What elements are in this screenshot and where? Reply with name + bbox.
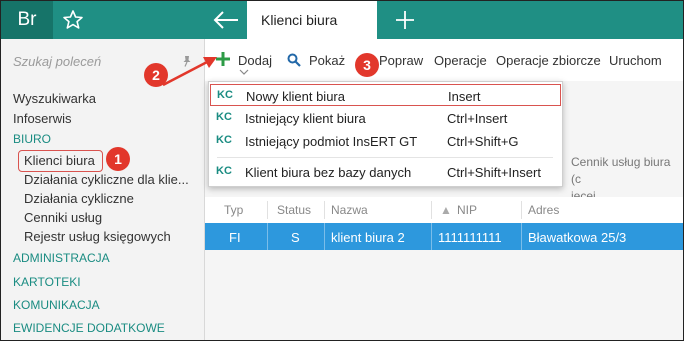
menu-item-label: Klient biura bez bazy danych — [245, 165, 412, 180]
filter-caption-line1: Cennik usług biura (c — [571, 155, 671, 186]
sidebar-item-wyszukiwarka[interactable]: Wyszukiwarka — [13, 91, 96, 106]
edit-button[interactable]: Popraw — [379, 53, 423, 68]
app-window: Br Klienci biura Szukaj poleceń Wyszukiw… — [0, 0, 684, 341]
sidebar-section-administracja[interactable]: ADMINISTRACJA — [13, 251, 110, 265]
column-header-typ[interactable]: Typ — [224, 203, 243, 217]
column-header-adres[interactable]: Adres — [528, 203, 559, 217]
menu-item-label: Istniejący podmiot InsERT GT — [245, 134, 418, 149]
cell-nip: 1111111111 — [438, 230, 502, 245]
chevron-down-icon[interactable] — [239, 69, 249, 75]
cell-adres: Bławatkowa 25/3 — [528, 230, 627, 245]
cell-divider — [267, 223, 268, 250]
cell-status: S — [291, 230, 300, 245]
sidebar-item-rejestr-uslug[interactable]: Rejestr usług księgowych — [24, 229, 171, 244]
toolbar: Dodaj Pokaż Popraw Operacje Operacje zbi… — [205, 39, 683, 81]
column-divider — [521, 201, 522, 219]
menu-item-existing-client[interactable]: KC Istniejący klient biura Ctrl+Insert — [210, 107, 561, 129]
cell-divider — [431, 223, 432, 250]
add-dropdown-menu: KC Nowy klient biura Insert KC Istniejąc… — [208, 81, 563, 187]
sidebar-item-dzialania-cykliczne[interactable]: Działania cykliczne — [24, 191, 134, 206]
table-header: Typ Status Nazwa ▲ NIP Adres — [205, 197, 683, 224]
menu-item-client-without-database[interactable]: KC Klient biura bez bazy danych Ctrl+Shi… — [210, 161, 561, 183]
top-bar: Br Klienci biura — [1, 1, 683, 39]
tab-title: Klienci biura — [261, 12, 338, 28]
kc-badge: KC — [216, 134, 232, 146]
menu-separator — [217, 157, 553, 158]
search-icon[interactable] — [287, 53, 301, 67]
cell-nazwa: klient biura 2 — [331, 230, 405, 245]
menu-item-shortcut: Ctrl+Insert — [447, 111, 508, 126]
sidebar-item-infoserwis[interactable]: Infoserwis — [13, 111, 72, 126]
star-icon[interactable] — [61, 8, 85, 32]
tab-klienci-biura[interactable]: Klienci biura — [247, 1, 377, 39]
column-divider — [267, 201, 268, 219]
menu-item-new-client[interactable]: KC Nowy klient biura Insert — [210, 84, 561, 106]
back-arrow-icon[interactable] — [211, 9, 241, 31]
kc-badge: KC — [217, 89, 233, 101]
table-row[interactable]: FI S klient biura 2 1111111111 Bławatkow… — [205, 223, 683, 250]
kc-badge: KC — [216, 111, 232, 123]
menu-item-shortcut: Ctrl+Shift+Insert — [447, 165, 541, 180]
column-divider — [431, 201, 432, 219]
sidebar-section-kartoteki[interactable]: KARTOTEKI — [13, 275, 81, 289]
sidebar-item-dzialania-cykliczne-dla-klientow[interactable]: Działania cykliczne dla klie... — [24, 172, 189, 187]
cell-divider — [324, 223, 325, 250]
new-tab-plus-icon[interactable] — [393, 8, 417, 32]
menu-item-label: Nowy klient biura — [246, 89, 345, 104]
column-header-nazwa[interactable]: Nazwa — [331, 203, 368, 217]
cell-typ: FI — [229, 230, 241, 245]
command-search-input[interactable]: Szukaj poleceń — [13, 54, 101, 69]
app-logo[interactable]: Br — [1, 1, 53, 39]
sidebar-section-ewidencje-dodatkowe[interactable]: EWIDENCJE DODATKOWE — [13, 321, 165, 335]
menu-item-label: Istniejący klient biura — [245, 111, 366, 126]
add-button[interactable]: Dodaj — [238, 53, 272, 68]
menu-item-shortcut: Insert — [448, 89, 481, 104]
sidebar-section-biuro[interactable]: BIURO — [13, 132, 51, 146]
sidebar-item-klienci-biura[interactable]: Klienci biura — [24, 153, 95, 168]
column-header-status[interactable]: Status — [277, 203, 311, 217]
menu-item-existing-insert-gt-entity[interactable]: KC Istniejący podmiot InsERT GT Ctrl+Shi… — [210, 130, 561, 152]
run-button[interactable]: Uruchom — [609, 53, 662, 68]
column-header-nip[interactable]: NIP — [457, 203, 477, 217]
cell-divider — [521, 223, 522, 250]
callout-arrow-icon — [162, 57, 217, 87]
sidebar-section-komunikacja[interactable]: KOMUNIKACJA — [13, 298, 100, 312]
kc-badge: KC — [216, 165, 232, 177]
sidebar-item-cenniki-uslug[interactable]: Cenniki usług — [24, 210, 102, 225]
column-divider — [324, 201, 325, 219]
callout-badge-3: 3 — [355, 53, 379, 77]
callout-badge-1: 1 — [106, 147, 130, 171]
show-button[interactable]: Pokaż — [309, 53, 345, 68]
menu-item-shortcut: Ctrl+Shift+G — [447, 134, 519, 149]
bulk-operations-button[interactable]: Operacje zbiorcze — [496, 53, 601, 68]
callout-badge-2: 2 — [144, 63, 168, 87]
sort-triangle-icon[interactable]: ▲ — [440, 203, 452, 217]
operations-button[interactable]: Operacje — [434, 53, 487, 68]
